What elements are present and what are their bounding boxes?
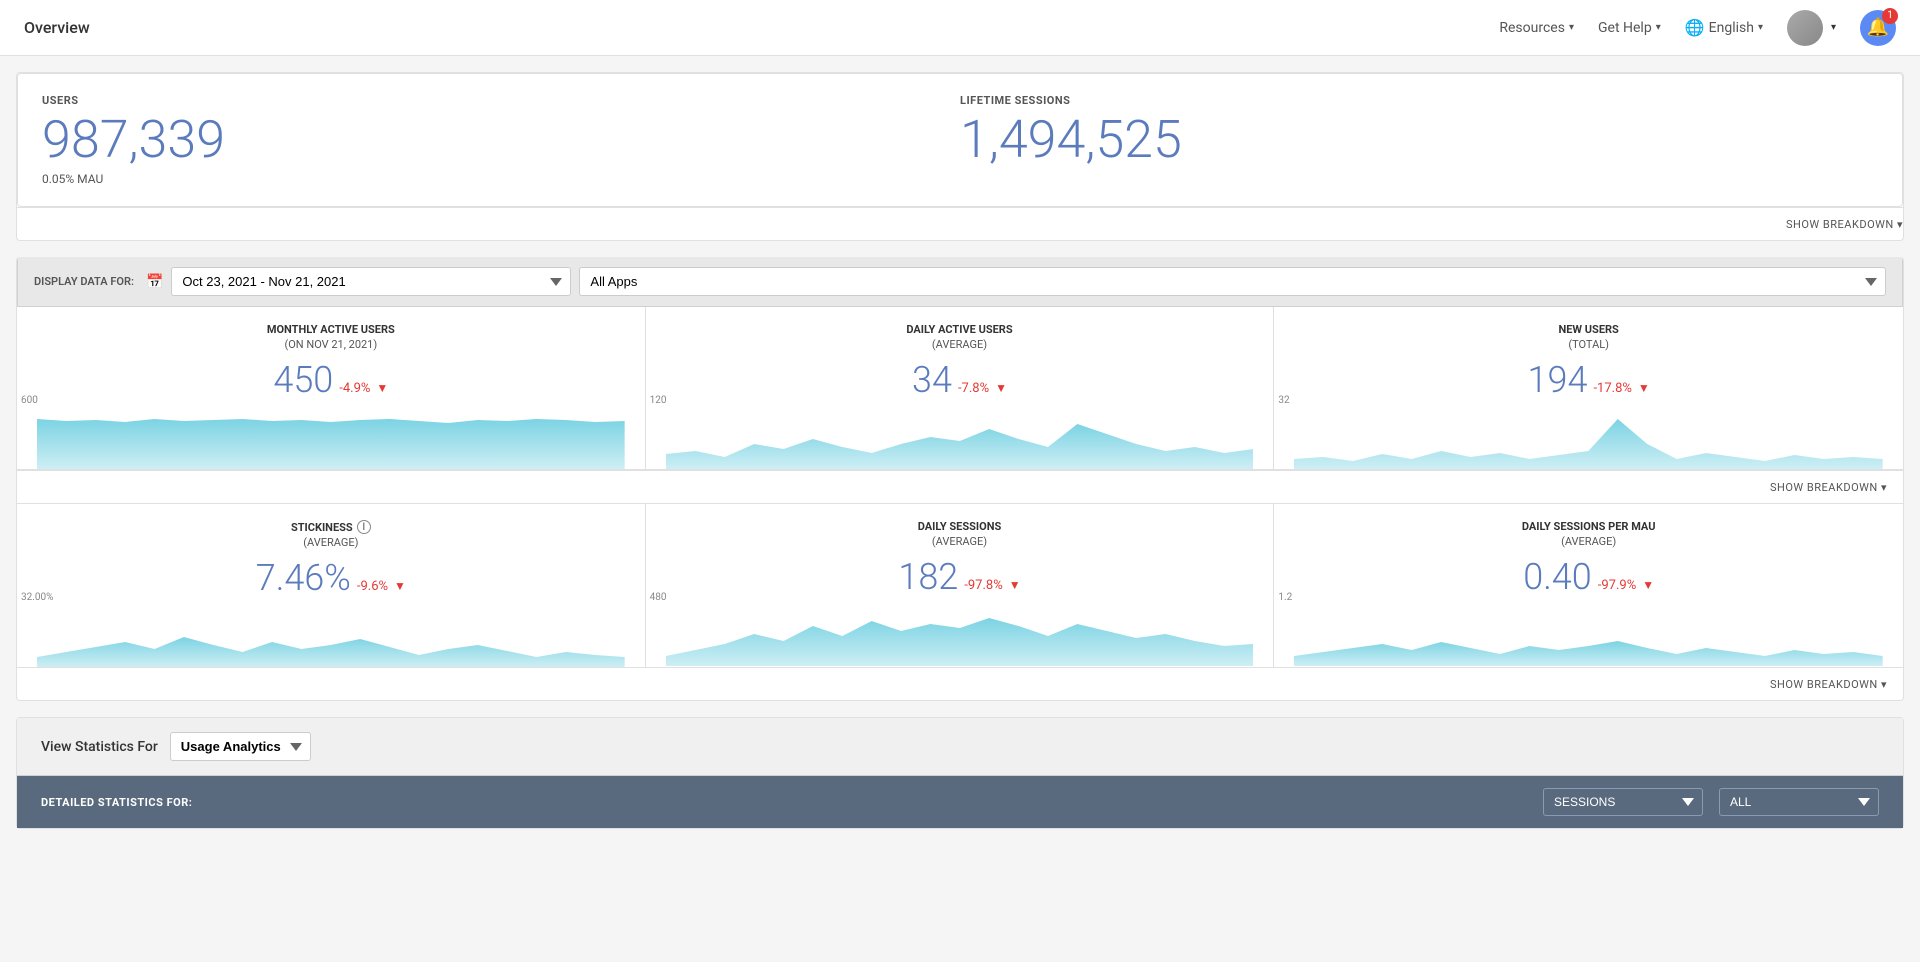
lifetime-sessions-metric: Lifetime Sessions 1,494,525 [960, 94, 1878, 206]
stickiness-cell: Stickiness i (AVERAGE) 7.46% -9.6% ▼ 32.… [17, 504, 646, 667]
users-label: Users [42, 94, 960, 107]
dau-chart [666, 409, 1254, 469]
show-breakdown-button-row1[interactable]: SHOW BREAKDOWN ▾ [1770, 481, 1887, 494]
summary-footer: SHOW BREAKDOWN ▾ [17, 207, 1903, 240]
bottom-section: View Statistics For Usage Analytics Deta… [16, 717, 1904, 829]
mau-subtitle: (ON NOV 21, 2021) [37, 338, 625, 351]
new-users-subtitle: (TOTAL) [1294, 338, 1883, 351]
mau-chart-max: 600 [21, 395, 38, 406]
daily-sessions-chart [666, 606, 1254, 666]
daily-sessions-mau-subtitle: (AVERAGE) [1294, 535, 1883, 548]
daily-sessions-mau-title: Daily Sessions Per MAU [1294, 520, 1883, 533]
chevron-down-icon: ▾ [1656, 22, 1661, 33]
globe-icon: 🌐 [1685, 18, 1705, 37]
page-title: Overview [24, 18, 90, 37]
stats-section: DISPLAY DATA FOR: 📅 Oct 23, 2021 - Nov 2… [16, 257, 1904, 701]
dau-subtitle: (AVERAGE) [666, 338, 1254, 351]
all-select[interactable]: ALL [1719, 788, 1879, 816]
dau-title: Daily Active Users [666, 323, 1254, 336]
new-users-chart-max: 32 [1278, 395, 1289, 406]
daily-sessions-cell: Daily Sessions (AVERAGE) 182 -97.8% ▼ 48… [646, 504, 1275, 667]
mau-title: Monthly Active Users [37, 323, 625, 336]
dau-change: -7.8% [958, 381, 989, 396]
mau-value: 450 [273, 359, 333, 401]
arrow-down-icon: ▼ [376, 381, 388, 395]
info-icon[interactable]: i [357, 520, 371, 534]
resources-dropdown[interactable]: Resources ▾ [1499, 20, 1574, 36]
arrow-down-icon: ▼ [394, 579, 406, 593]
new-users-title: New Users [1294, 323, 1883, 336]
chevron-down-icon: ▾ [1758, 22, 1763, 33]
users-metric: Users 987,339 0.05% MAU [42, 94, 960, 206]
daily-sessions-mau-change: -97.9% [1598, 578, 1636, 593]
view-stats-label: View Statistics For [41, 739, 158, 755]
stats-grid-row1: Monthly Active Users (ON NOV 21, 2021) 4… [17, 307, 1903, 470]
chevron-down-icon: ▾ [1569, 22, 1574, 33]
lifetime-sessions-value: 1,494,525 [960, 111, 1878, 168]
language-dropdown[interactable]: 🌐 English ▾ [1685, 18, 1763, 37]
app-select[interactable]: All Apps [579, 267, 1886, 296]
arrow-down-icon: ▼ [1009, 578, 1021, 592]
dau-chart-max: 120 [650, 395, 667, 406]
summary-card: Users 987,339 0.05% MAU Lifetime Session… [16, 72, 1904, 241]
daily-sessions-change: -97.8% [964, 578, 1002, 593]
detailed-stats-bar: Detailed Statistics For: SESSIONS ALL [17, 776, 1903, 828]
stickiness-value: 7.46% [256, 557, 351, 599]
show-breakdown-button[interactable]: SHOW BREAKDOWN ▾ [1786, 218, 1903, 231]
dau-cell: Daily Active Users (AVERAGE) 34 -7.8% ▼ … [646, 307, 1275, 469]
calendar-icon: 📅 [146, 274, 163, 290]
sessions-select[interactable]: SESSIONS [1543, 788, 1703, 816]
view-stats-select[interactable]: Usage Analytics [170, 732, 311, 761]
mau-change: -4.9% [339, 381, 370, 396]
new-users-chart [1294, 409, 1883, 469]
arrow-down-icon: ▼ [1642, 578, 1654, 592]
arrow-down-icon: ▼ [995, 381, 1007, 395]
lifetime-sessions-label: Lifetime Sessions [960, 94, 1878, 107]
daily-sessions-mau-chart [1294, 606, 1883, 666]
daily-sessions-mau-chart-max: 1.2 [1278, 592, 1292, 603]
stickiness-chart [37, 607, 625, 667]
stickiness-title: Stickiness [291, 521, 353, 534]
stats-footer-row2: SHOW BREAKDOWN ▾ [17, 667, 1903, 700]
daily-sessions-title: Daily Sessions [666, 520, 1254, 533]
new-users-change: -17.8% [1593, 381, 1631, 396]
display-data-label: DISPLAY DATA FOR: [34, 275, 134, 288]
date-range-select[interactable]: Oct 23, 2021 - Nov 21, 2021 [171, 267, 571, 296]
daily-sessions-mau-cell: Daily Sessions Per MAU (AVERAGE) 0.40 -9… [1274, 504, 1903, 667]
filter-bar: DISPLAY DATA FOR: 📅 Oct 23, 2021 - Nov 2… [17, 257, 1903, 307]
daily-sessions-mau-value: 0.40 [1523, 556, 1592, 598]
stickiness-change: -9.6% [357, 579, 388, 594]
mau-cell: Monthly Active Users (ON NOV 21, 2021) 4… [17, 307, 646, 469]
new-users-value: 194 [1528, 359, 1588, 401]
stickiness-subtitle: (AVERAGE) [37, 536, 625, 549]
get-help-dropdown[interactable]: Get Help ▾ [1598, 20, 1661, 36]
daily-sessions-chart-max: 480 [650, 592, 667, 603]
stats-grid-row2: Stickiness i (AVERAGE) 7.46% -9.6% ▼ 32.… [17, 503, 1903, 667]
detailed-stats-label: Detailed Statistics For: [41, 796, 1527, 809]
avatar [1787, 10, 1823, 46]
arrow-down-icon: ▼ [1638, 381, 1650, 395]
notification-badge: 1 [1882, 8, 1898, 24]
mau-chart [37, 409, 625, 469]
show-breakdown-button-row2[interactable]: SHOW BREAKDOWN ▾ [1770, 678, 1887, 691]
main-content: Users 987,339 0.05% MAU Lifetime Session… [0, 56, 1920, 845]
user-menu[interactable]: ▾ [1787, 10, 1836, 46]
new-users-cell: New Users (TOTAL) 194 -17.8% ▼ 32 [1274, 307, 1903, 469]
daily-sessions-subtitle: (AVERAGE) [666, 535, 1254, 548]
nav-actions: Resources ▾ Get Help ▾ 🌐 English ▾ ▾ 🔔 1 [1499, 10, 1896, 46]
dau-value: 34 [912, 359, 952, 401]
stats-footer-row1: SHOW BREAKDOWN ▾ [17, 470, 1903, 503]
daily-sessions-value: 182 [898, 556, 958, 598]
view-stats-bar: View Statistics For Usage Analytics [17, 718, 1903, 776]
users-value: 987,339 [42, 111, 960, 168]
users-sub: 0.05% MAU [42, 172, 960, 186]
top-nav: Overview Resources ▾ Get Help ▾ 🌐 Englis… [0, 0, 1920, 56]
stickiness-chart-max: 32.00% [21, 592, 53, 603]
chevron-down-icon: ▾ [1831, 22, 1836, 33]
notification-button[interactable]: 🔔 1 [1860, 10, 1896, 46]
